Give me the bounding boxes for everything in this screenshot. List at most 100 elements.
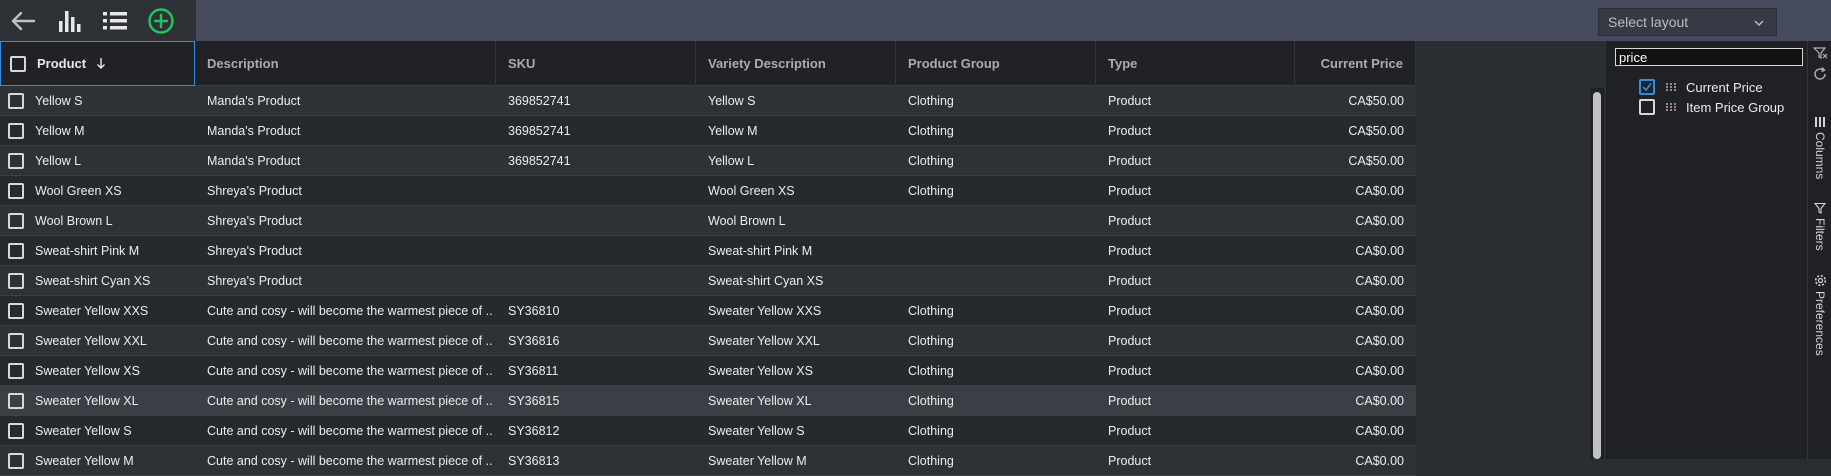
column-checkbox[interactable]	[1639, 99, 1655, 115]
column-header-type[interactable]: Type	[1096, 41, 1295, 86]
cell-sku: SY36815	[508, 393, 560, 408]
cell-current-price: CA$0.00	[1355, 183, 1404, 198]
cell-description: Cute and cosy - will become the warmest …	[207, 393, 492, 408]
cell-product: Wool Brown L	[35, 213, 113, 228]
column-header-product-group[interactable]: Product Group	[896, 41, 1096, 86]
cell-product-group: Clothing	[908, 123, 954, 138]
cell-current-price: CA$50.00	[1348, 153, 1404, 168]
column-header-description[interactable]: Description	[195, 41, 496, 86]
column-checkbox[interactable]	[1639, 79, 1655, 95]
cell-current-price: CA$0.00	[1355, 423, 1404, 438]
table-row[interactable]: Sweater Yellow XXL Cute and cosy - will b…	[0, 326, 1416, 356]
layout-select[interactable]: Select layout	[1598, 8, 1777, 36]
cell-variety-description: Sweater Yellow M	[708, 453, 807, 468]
cell-product: Sweat-shirt Pink M	[35, 243, 140, 258]
table-row[interactable]: Sweater Yellow XXS Cute and cosy - will b…	[0, 296, 1416, 326]
row-checkbox[interactable]	[8, 273, 24, 289]
check-icon	[1642, 83, 1652, 92]
cell-type: Product	[1108, 303, 1152, 318]
cell-product-group: Clothing	[908, 93, 954, 108]
row-checkbox[interactable]	[8, 363, 24, 379]
column-header-sku[interactable]: SKU	[496, 41, 696, 86]
cell-description: Cute and cosy - will become the warmest …	[207, 363, 492, 378]
bar-chart-icon	[59, 10, 81, 32]
row-checkbox[interactable]	[8, 153, 24, 169]
cell-variety-description: Sweater Yellow XXL	[708, 333, 820, 348]
cell-sku: 369852741	[508, 153, 571, 168]
back-button[interactable]	[0, 0, 46, 41]
table-row[interactable]: Wool Green XS Shreya's Product Wool Green …	[0, 176, 1416, 206]
cell-product-group: Clothing	[908, 333, 954, 348]
table-row[interactable]: Yellow L Manda's Product 369852741 Yellow L…	[0, 146, 1416, 176]
side-bar: Columns Filters Preferences	[1807, 41, 1831, 459]
table-row[interactable]: Sweat-shirt Cyan XS Shreya's Product Sweat…	[0, 266, 1416, 296]
cell-sku	[508, 236, 692, 265]
row-checkbox[interactable]	[8, 303, 24, 319]
table-row[interactable]: Sweater Yellow S Cute and cosy - will bec…	[0, 416, 1416, 446]
column-header-current-price[interactable]: Current Price	[1295, 41, 1416, 86]
tab-label: Columns	[1813, 132, 1827, 180]
refresh-button[interactable]	[1808, 66, 1831, 82]
column-header-product[interactable]: Product	[0, 41, 195, 86]
drag-handle-icon[interactable]	[1665, 102, 1677, 112]
tab-preferences[interactable]: Preferences	[1808, 274, 1831, 404]
sort-desc-icon	[97, 58, 106, 69]
row-checkbox[interactable]	[8, 393, 24, 409]
cell-product: Yellow S	[35, 93, 83, 108]
column-option-current-price[interactable]: Current Price	[1639, 78, 1763, 96]
drag-handle-icon[interactable]	[1665, 82, 1677, 92]
cell-type: Product	[1108, 123, 1152, 138]
cell-variety-description: Sweater Yellow XL	[708, 393, 812, 408]
table-row[interactable]: Yellow M Manda's Product 369852741 Yellow M…	[0, 116, 1416, 146]
cell-description: Cute and cosy - will become the warmest …	[207, 333, 492, 348]
tab-label: Preferences	[1813, 291, 1827, 356]
column-option-item-price-group[interactable]: Item Price Group	[1639, 98, 1784, 116]
cell-sku: 369852741	[508, 123, 571, 138]
list-button[interactable]	[92, 0, 138, 41]
column-header-variety-description[interactable]: Variety Description	[696, 41, 896, 86]
scrollbar-thumb[interactable]	[1593, 92, 1601, 459]
cell-current-price: CA$0.00	[1355, 303, 1404, 318]
chart-button[interactable]	[46, 0, 92, 41]
cell-product-group: Clothing	[908, 363, 954, 378]
clear-filter-button[interactable]	[1808, 45, 1831, 61]
cell-description: Manda's Product	[207, 153, 301, 168]
cell-product: Sweater Yellow XXS	[35, 303, 149, 318]
add-button[interactable]	[138, 0, 184, 41]
row-checkbox[interactable]	[8, 243, 24, 259]
cell-product: Wool Green XS	[35, 183, 122, 198]
row-checkbox[interactable]	[8, 333, 24, 349]
row-checkbox[interactable]	[8, 423, 24, 439]
select-all-checkbox[interactable]	[10, 55, 26, 72]
row-checkbox[interactable]	[8, 183, 24, 199]
cell-current-price: CA$0.00	[1355, 393, 1404, 408]
cell-type: Product	[1108, 213, 1152, 228]
refresh-icon	[1814, 67, 1826, 80]
column-header-label: Description	[207, 56, 279, 71]
tab-filters[interactable]: Filters	[1808, 202, 1831, 282]
row-checkbox[interactable]	[8, 123, 24, 139]
column-search-input[interactable]	[1615, 48, 1803, 66]
cell-variety-description: Sweat-shirt Cyan XS	[708, 273, 824, 288]
cell-description: Shreya's Product	[207, 183, 302, 198]
table-row[interactable]: Sweater Yellow XS Cute and cosy - will be…	[0, 356, 1416, 386]
columns-icon	[1815, 117, 1825, 127]
cell-variety-description: Yellow M	[708, 123, 758, 138]
table-row[interactable]: Sweater Yellow XL Cute and cosy - will be…	[0, 386, 1416, 416]
table-row[interactable]: Sweater Yellow M Cute and cosy - will bec…	[0, 446, 1416, 476]
layout-select-value: Select layout	[1608, 14, 1689, 30]
columns-tool-panel: Current Price Item Price Group	[1606, 41, 1807, 459]
cell-product: Sweater Yellow S	[35, 423, 132, 438]
tab-label: Filters	[1813, 218, 1827, 251]
cell-sku	[508, 266, 692, 295]
grid-scrollbar[interactable]	[1590, 88, 1604, 459]
cell-product-group: Clothing	[908, 393, 954, 408]
row-checkbox[interactable]	[8, 453, 24, 469]
cell-type: Product	[1108, 273, 1152, 288]
table-row[interactable]: Sweat-shirt Pink M Shreya's Product Sweat-…	[0, 236, 1416, 266]
table-row[interactable]: Wool Brown L Shreya's Product Wool Brown L…	[0, 206, 1416, 236]
table-row[interactable]: Yellow S Manda's Product 369852741 Yellow S…	[0, 86, 1416, 116]
cell-product-group: Clothing	[908, 453, 954, 468]
row-checkbox[interactable]	[8, 93, 24, 109]
row-checkbox[interactable]	[8, 213, 24, 229]
